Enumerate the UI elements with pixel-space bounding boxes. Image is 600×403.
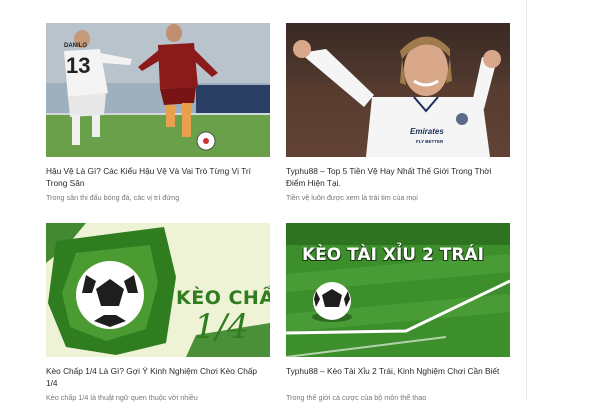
article-card[interactable]: DANILO 13 Hậu Vệ Là Gì? Các Kiểu Hậu Vệ … — [46, 23, 270, 203]
article-thumbnail[interactable]: KÈO TÀI XỈU 2 TRÁI — [286, 223, 510, 357]
article-thumbnail[interactable]: Emirates FLY BETTER — [286, 23, 510, 157]
jersey-number-label: 13 — [66, 53, 91, 78]
article-title-link[interactable]: Kèo Chấp 1/4 Là Gì? Gợi Ý Kinh Nghiệm Ch… — [46, 365, 270, 389]
article-card[interactable]: Emirates FLY BETTER Typhu88 – Top 5 Tiền… — [286, 23, 510, 203]
article-title-link[interactable]: Typhu88 – Kèo Tài Xỉu 2 Trái, Kinh Nghiệ… — [286, 365, 510, 389]
article-excerpt: Trong sân thi đấu bóng đá, các vị trí đứ… — [46, 193, 180, 202]
article-thumbnail[interactable]: DANILO 13 — [46, 23, 270, 157]
celebrating-player-image — [286, 23, 510, 157]
jersey-name-label: DANILO — [64, 43, 87, 49]
article-excerpt: Tiền vệ luôn được xem là trái tim của mọ… — [286, 193, 418, 202]
sponsor-tagline: FLY BETTER — [416, 139, 444, 144]
article-title-link[interactable]: Typhu88 – Top 5 Tiền Vệ Hay Nhất Thế Giớ… — [286, 165, 510, 189]
sponsor-logo-text: Emirates — [410, 127, 444, 136]
article-thumbnail[interactable]: KÈO CHẤP 1/4 — [46, 223, 270, 357]
image-fraction-label: 1/4 — [194, 307, 249, 347]
image-headline: KÈO CHẤP — [176, 287, 270, 309]
pitch-ball-image — [286, 223, 510, 357]
content-divider — [526, 0, 527, 400]
image-headline: KÈO TÀI XỈU 2 TRÁI — [302, 245, 484, 265]
article-title-link[interactable]: Hậu Vệ Là Gì? Các Kiểu Hậu Vệ Và Vai Trò… — [46, 165, 270, 189]
article-excerpt: Trong thế giới cá cược của bộ môn thể th… — [286, 393, 427, 402]
article-card[interactable]: KÈO CHẤP 1/4 Kèo Chấp 1/4 Là Gì? Gợi Ý K… — [46, 223, 270, 403]
article-excerpt: Kèo chấp 1/4 là thuật ngữ quen thuộc với… — [46, 393, 198, 402]
article-card[interactable]: KÈO TÀI XỈU 2 TRÁI Typhu88 – Kèo Tài Xỉu… — [286, 223, 510, 403]
